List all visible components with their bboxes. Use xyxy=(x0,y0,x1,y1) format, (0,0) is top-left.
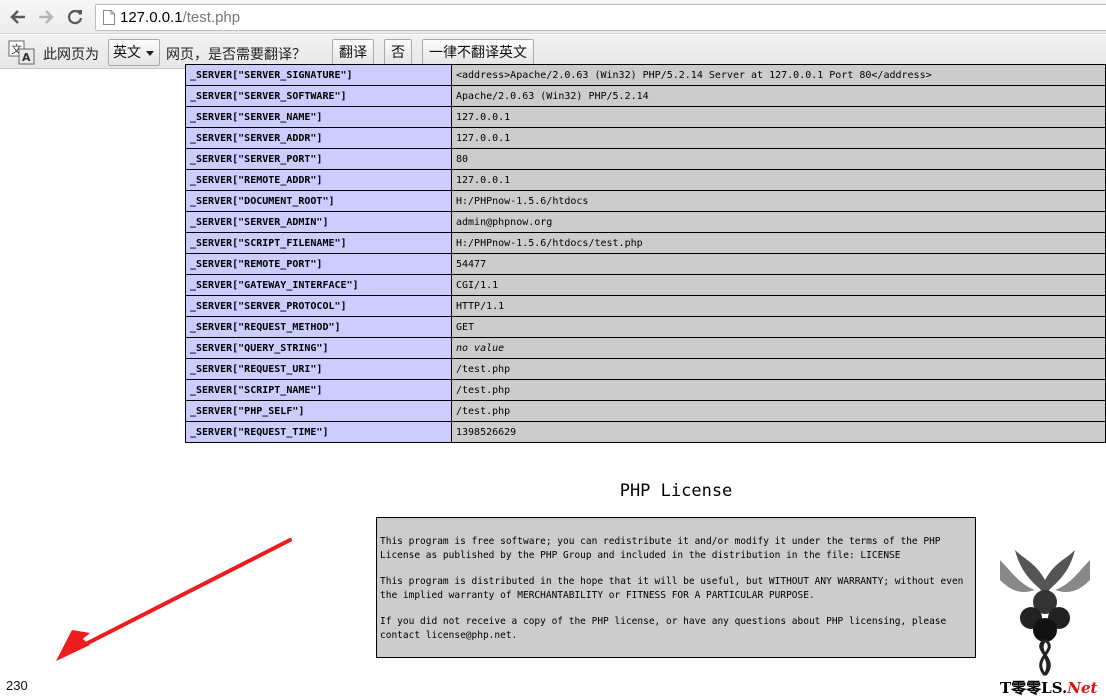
variable-value-cell: H:/PHPnow-1.5.6/htdocs/test.php xyxy=(451,232,1106,254)
variable-value-cell: 54477 xyxy=(451,253,1106,275)
license-heading: PHP License xyxy=(619,481,733,501)
variable-value-cell: 127.0.0.1 xyxy=(451,106,1106,128)
table-row: _SERVER["GATEWAY_INTERFACE"] CGI/1.1 xyxy=(185,274,1106,296)
variable-value-cell: /test.php xyxy=(451,358,1106,380)
no-translate-button[interactable]: 否 xyxy=(384,39,412,66)
table-row: _SERVER["REQUEST_METHOD"] GET xyxy=(185,316,1106,338)
variable-name-cell: _SERVER["SERVER_SIGNATURE"] xyxy=(185,64,452,86)
variable-value-cell: 127.0.0.1 xyxy=(451,127,1106,149)
table-row: _SERVER["REMOTE_PORT"] 54477 xyxy=(185,253,1106,275)
variable-name-cell: _SERVER["SERVER_PORT"] xyxy=(185,148,452,170)
table-row: _SERVER["SCRIPT_NAME"]/test.php xyxy=(185,379,1106,401)
variable-value-cell: no value xyxy=(451,337,1106,359)
variable-name-cell: _SERVER["SERVER_NAME"] xyxy=(185,106,452,128)
variable-name-cell: _SERVER["REQUEST_URI"] xyxy=(185,358,452,380)
license-paragraph: If you did not receive a copy of the PHP… xyxy=(380,616,947,641)
source-language-select[interactable]: 英文 xyxy=(108,39,160,66)
table-row: _SERVER["REQUEST_URI"]/test.php xyxy=(185,358,1106,380)
variable-name-cell: _SERVER["SERVER_ADMIN"] xyxy=(185,211,452,233)
annotation-arrow-icon xyxy=(56,538,292,661)
license-paragraph: This program is distributed in the hope … xyxy=(380,576,964,601)
variable-value-cell: /test.php xyxy=(451,400,1106,422)
variable-value-cell: GET xyxy=(451,316,1106,338)
table-row: _SERVER["SCRIPT_FILENAME"] H:/PHPnow-1.5.… xyxy=(185,232,1106,254)
watermark-logo xyxy=(1000,550,1090,676)
watermark-main: T零零LS. xyxy=(1000,679,1068,697)
url-path: /test.php xyxy=(182,9,241,26)
variable-name-cell: _SERVER["SCRIPT_NAME"] xyxy=(185,379,452,401)
never-translate-english-button[interactable]: 一律不翻译英文 xyxy=(422,39,534,66)
table-row: _SERVER["PHP_SELF"]/test.php xyxy=(185,400,1106,422)
table-row: _SERVER["REQUEST_TIME"] 1398526629 xyxy=(185,421,1106,443)
browser-toolbar: 127.0.0.1/test.php xyxy=(0,0,1106,34)
variable-name-cell: _SERVER["GATEWAY_INTERFACE"] xyxy=(185,274,452,296)
table-row: _SERVER["SERVER_NAME"] 127.0.0.1 xyxy=(185,106,1106,128)
variable-name-cell: _SERVER["QUERY_STRING"] xyxy=(185,337,452,359)
page-icon xyxy=(103,10,115,25)
variable-value-cell: CGI/1.1 xyxy=(451,274,1106,296)
address-bar[interactable]: 127.0.0.1/test.php xyxy=(95,4,1106,31)
variable-value-cell: Apache/2.0.63 (Win32) PHP/5.2.14 xyxy=(451,85,1106,107)
variable-name-cell: _SERVER["REMOTE_PORT"] xyxy=(185,253,452,275)
table-row: _SERVER["SERVER_PROTOCOL"] HTTP/1.1 xyxy=(185,295,1106,317)
translate-icon: 文 A xyxy=(8,40,35,65)
translate-button[interactable]: 翻译 xyxy=(332,39,374,66)
forward-arrow-icon xyxy=(39,10,54,24)
variable-value-cell: 1398526629 xyxy=(451,421,1106,443)
table-row: _SERVER["QUERY_STRING"] no value xyxy=(185,337,1106,359)
license-text-box: This program is free software; you can r… xyxy=(376,517,976,658)
url-host: 127.0.0.1 xyxy=(120,9,183,26)
reload-button[interactable] xyxy=(63,5,87,29)
chevron-down-icon xyxy=(146,51,154,56)
variable-name-cell: _SERVER["PHP_SELF"] xyxy=(185,400,452,422)
variable-value-cell: H:/PHPnow-1.5.6/htdocs xyxy=(451,190,1106,212)
table-row: _SERVER["SERVER_PORT"] 80 xyxy=(185,148,1106,170)
back-arrow-icon xyxy=(10,10,25,24)
variable-name-cell: _SERVER["SERVER_SOFTWARE"] xyxy=(185,85,452,107)
back-button[interactable] xyxy=(6,5,30,29)
reload-icon xyxy=(67,9,83,25)
table-row: _SERVER["SERVER_ADMIN"] admin@phpnow.org xyxy=(185,211,1106,233)
variable-name-cell: _SERVER["SERVER_ADDR"] xyxy=(185,127,452,149)
variable-value-cell: <address>Apache/2.0.63 (Win32) PHP/5.2.1… xyxy=(451,64,1106,86)
table-row: _SERVER["SERVER_SOFTWARE"] Apache/2.0.63 … xyxy=(185,85,1106,107)
watermark-suffix: Net xyxy=(1067,679,1098,697)
variable-name-cell: _SERVER["SCRIPT_FILENAME"] xyxy=(185,232,452,254)
forward-button[interactable] xyxy=(34,5,58,29)
table-row: _SERVER["REMOTE_ADDR"] 127.0.0.1 xyxy=(185,169,1106,191)
source-language-value: 英文 xyxy=(113,44,141,60)
translate-prompt-prefix: 此网页为 xyxy=(43,46,99,62)
variable-name-cell: _SERVER["DOCUMENT_ROOT"] xyxy=(185,190,452,212)
variable-value-cell: admin@phpnow.org xyxy=(451,211,1106,233)
variable-value-cell: 80 xyxy=(451,148,1106,170)
table-row: _SERVER["SERVER_SIGNATURE"] <address>Apac… xyxy=(185,64,1106,86)
variable-value-cell: 127.0.0.1 xyxy=(451,169,1106,191)
svg-text:A: A xyxy=(22,51,31,64)
translate-prompt-suffix: 网页，是否需要翻译？ xyxy=(166,46,306,62)
variable-name-cell: _SERVER["REQUEST_TIME"] xyxy=(185,421,452,443)
counter-text: 230 xyxy=(6,678,28,693)
variable-name-cell: _SERVER["REQUEST_METHOD"] xyxy=(185,316,452,338)
watermark-text: T零零LS.Net xyxy=(1000,677,1097,698)
url-text: 127.0.0.1/test.php xyxy=(120,9,240,26)
variable-name-cell: _SERVER["SERVER_PROTOCOL"] xyxy=(185,295,452,317)
table-row: _SERVER["SERVER_ADDR"] 127.0.0.1 xyxy=(185,127,1106,149)
variable-value-cell: HTTP/1.1 xyxy=(451,295,1106,317)
variable-name-cell: _SERVER["REMOTE_ADDR"] xyxy=(185,169,452,191)
server-variables-table: _SERVER["SERVER_SIGNATURE"] <address>Apac… xyxy=(185,64,1106,443)
variable-value-cell: /test.php xyxy=(451,379,1106,401)
license-paragraph: This program is free software; you can r… xyxy=(380,536,941,561)
table-row: _SERVER["DOCUMENT_ROOT"] H:/PHPnow-1.5.6/… xyxy=(185,190,1106,212)
